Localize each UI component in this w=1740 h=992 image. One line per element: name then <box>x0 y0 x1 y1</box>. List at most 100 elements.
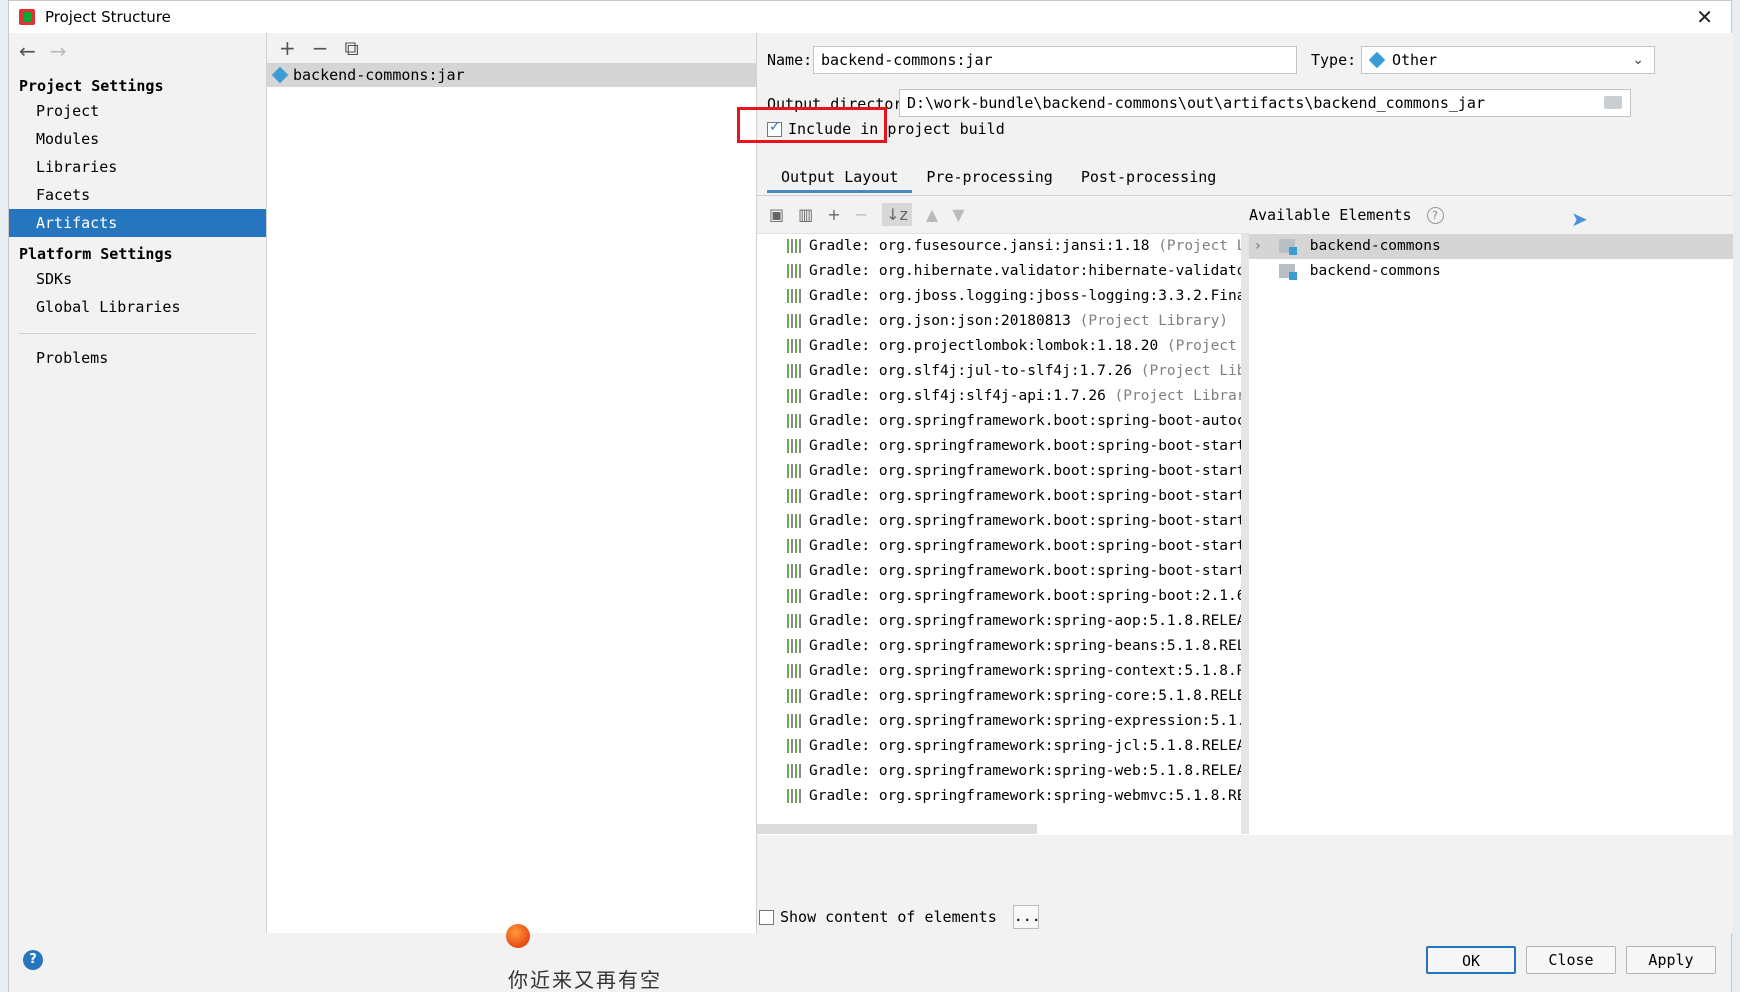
module-icon <box>1279 239 1297 255</box>
project-settings-header: Project Settings <box>19 77 164 95</box>
add-copy-icon[interactable]: + <box>827 205 840 224</box>
close-button[interactable]: Close <box>1526 946 1616 974</box>
archive-icon[interactable]: ▥ <box>798 205 813 224</box>
layout-row[interactable]: Gradle: org.slf4j:jul-to-slf4j:1.7.26 (P… <box>757 359 1241 384</box>
library-icon <box>787 539 803 553</box>
layout-row[interactable]: Gradle: org.springframework.boot:spring-… <box>757 584 1241 609</box>
nav-item-sdks[interactable]: SDKs <box>9 265 266 293</box>
layout-row[interactable]: Gradle: org.springframework:spring-web:5… <box>757 759 1241 784</box>
type-select[interactable]: Other ⌄ <box>1361 46 1655 74</box>
layout-row[interactable]: Gradle: org.springframework:spring-expre… <box>757 709 1241 734</box>
vertical-scrollbar[interactable] <box>1241 234 1249 834</box>
nav-item-modules[interactable]: Modules <box>9 125 266 153</box>
remove-element-icon[interactable]: − <box>855 205 868 224</box>
layout-row[interactable]: Gradle: org.hibernate.validator:hibernat… <box>757 259 1241 284</box>
layout-row-name: Gradle: org.springframework:spring-aop:5… <box>809 613 1241 629</box>
layout-row[interactable]: Gradle: org.springframework:spring-aop:5… <box>757 609 1241 634</box>
type-value: Other <box>1392 51 1438 69</box>
layout-row[interactable]: Gradle: org.springframework:spring-beans… <box>757 634 1241 659</box>
layout-row[interactable]: Gradle: org.fusesource.jansi:jansi:1.18 … <box>757 234 1241 259</box>
name-field[interactable]: backend-commons:jar <box>813 46 1297 74</box>
nav-item-problems[interactable]: Problems <box>9 344 266 372</box>
layout-row[interactable]: Gradle: org.slf4j:slf4j-api:1.7.26 (Proj… <box>757 384 1241 409</box>
layout-row-name: Gradle: org.springframework:spring-expre… <box>809 713 1241 729</box>
apply-button[interactable]: Apply <box>1626 946 1716 974</box>
recording-dot <box>506 924 530 948</box>
library-icon <box>787 739 803 753</box>
annotation-red-box <box>737 107 887 143</box>
layout-row-name: Gradle: org.springframework:spring-web:5… <box>809 763 1241 779</box>
folder-icon[interactable] <box>1604 96 1622 109</box>
layout-row[interactable]: Gradle: org.jboss.logging:jboss-logging:… <box>757 284 1241 309</box>
library-icon <box>787 714 803 728</box>
nav-item-artifacts[interactable]: Artifacts <box>9 209 266 237</box>
remove-icon[interactable]: − <box>312 36 329 60</box>
copy-icon[interactable]: ⧉ <box>345 36 359 60</box>
nav-item-facets[interactable]: Facets <box>9 181 266 209</box>
horizontal-scrollbar[interactable] <box>757 824 1037 834</box>
move-down-icon[interactable]: ▼ <box>952 205 964 224</box>
add-icon[interactable]: + <box>279 36 296 60</box>
move-up-icon[interactable]: ▲ <box>926 205 938 224</box>
layout-row-name: Gradle: org.springframework.boot:spring-… <box>809 563 1241 579</box>
layout-row[interactable]: Gradle: org.json:json:20180813 (Project … <box>757 309 1241 334</box>
nav-item-global-libraries[interactable]: Global Libraries <box>9 293 266 321</box>
layout-row[interactable]: Gradle: org.springframework.boot:spring-… <box>757 534 1241 559</box>
available-item[interactable]: › backend-commons <box>1249 234 1733 259</box>
layout-row[interactable]: Gradle: org.springframework.boot:spring-… <box>757 559 1241 584</box>
layout-row-name: Gradle: org.slf4j:slf4j-api:1.7.26 <box>809 388 1106 404</box>
show-content-options-button[interactable]: ... <box>1012 905 1041 929</box>
layout-row[interactable]: Gradle: org.springframework:spring-conte… <box>757 659 1241 684</box>
tab-output-layout[interactable]: Output Layout <box>767 161 913 193</box>
layout-row-name: Gradle: org.springframework.boot:spring-… <box>809 588 1241 604</box>
layout-row[interactable]: Gradle: org.springframework.boot:spring-… <box>757 484 1241 509</box>
tab-post-processing[interactable]: Post-processing <box>1067 161 1230 193</box>
layout-row-name: Gradle: org.slf4j:jul-to-slf4j:1.7.26 <box>809 363 1133 379</box>
artifact-row[interactable]: backend-commons:jar <box>267 63 756 87</box>
nav-item-libraries[interactable]: Libraries <box>9 153 266 181</box>
library-icon <box>787 414 803 428</box>
library-icon <box>787 789 803 803</box>
library-icon <box>787 314 803 328</box>
layout-row[interactable]: Gradle: org.springframework.boot:spring-… <box>757 459 1241 484</box>
layout-row[interactable]: Gradle: org.springframework:spring-jcl:5… <box>757 734 1241 759</box>
layout-row[interactable]: Gradle: org.springframework:spring-core:… <box>757 684 1241 709</box>
ok-button[interactable]: OK <box>1426 946 1516 974</box>
layout-row-name: Gradle: org.jboss.logging:jboss-logging:… <box>809 288 1241 304</box>
layout-row[interactable]: Gradle: org.springframework.boot:spring-… <box>757 409 1241 434</box>
video-subtitle: 你近来又再有空 <box>508 968 662 992</box>
available-elements-header: Available Elements ? ➤ <box>1249 196 1733 234</box>
layout-row-name: Gradle: org.springframework.boot:spring-… <box>809 463 1241 479</box>
layout-row-name: Gradle: org.springframework:spring-conte… <box>809 663 1241 679</box>
show-content-row: Show content of elements ... <box>759 905 1041 929</box>
pointer-arrow-icon: ➤ <box>1571 207 1588 231</box>
help-circle-icon[interactable]: ? <box>1426 207 1444 224</box>
layout-row-name: Gradle: org.projectlombok:lombok:1.18.20 <box>809 338 1159 354</box>
layout-row[interactable]: Gradle: org.springframework:spring-webmv… <box>757 784 1241 804</box>
forward-arrow-icon[interactable]: → <box>50 39 67 63</box>
layout-row-name: Gradle: org.fusesource.jansi:jansi:1.18 <box>809 238 1150 254</box>
layout-row[interactable]: Gradle: org.springframework.boot:spring-… <box>757 434 1241 459</box>
output-directory-field[interactable]: D:\work-bundle\backend-commons\out\artif… <box>899 89 1631 117</box>
show-content-checkbox[interactable] <box>759 909 774 925</box>
sort-icon[interactable]: ↓z <box>882 203 912 226</box>
library-icon <box>787 589 803 603</box>
available-item[interactable]: backend-commons <box>1249 259 1733 284</box>
layout-row[interactable]: Gradle: org.springframework.boot:spring-… <box>757 509 1241 534</box>
library-icon <box>787 239 803 253</box>
layout-row-name: Gradle: org.hibernate.validator:hibernat… <box>809 263 1241 279</box>
layout-row-name: Gradle: org.springframework.boot:spring-… <box>809 538 1241 554</box>
help-icon[interactable]: ? <box>23 950 43 970</box>
tab-pre-processing[interactable]: Pre-processing <box>912 161 1066 193</box>
back-arrow-icon[interactable]: ← <box>19 39 36 63</box>
close-icon[interactable]: ✕ <box>1696 5 1713 29</box>
layout-row-name: Gradle: org.springframework:spring-jcl:5… <box>809 738 1241 754</box>
available-elements-title: Available Elements <box>1249 206 1412 224</box>
new-directory-icon[interactable]: ▣ <box>769 205 784 224</box>
settings-nav: ← → Project Settings Project Modules Lib… <box>9 33 267 933</box>
layout-row[interactable]: Gradle: org.projectlombok:lombok:1.18.20… <box>757 334 1241 359</box>
library-icon <box>787 264 803 278</box>
available-item-label: backend-commons <box>1309 263 1441 279</box>
chevron-right-icon[interactable]: › <box>1255 234 1261 259</box>
nav-item-project[interactable]: Project <box>9 97 266 125</box>
